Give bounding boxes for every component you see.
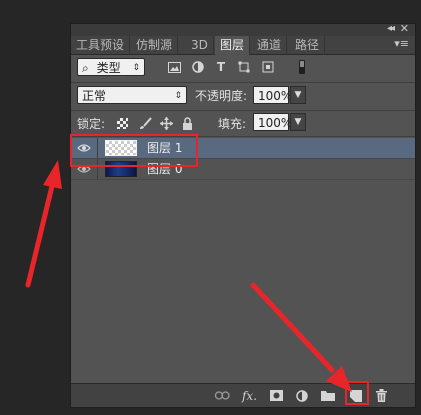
arrow-down-right-icon <box>250 282 352 392</box>
arrow-up-icon <box>25 160 62 288</box>
annotation-arrows <box>25 160 352 392</box>
